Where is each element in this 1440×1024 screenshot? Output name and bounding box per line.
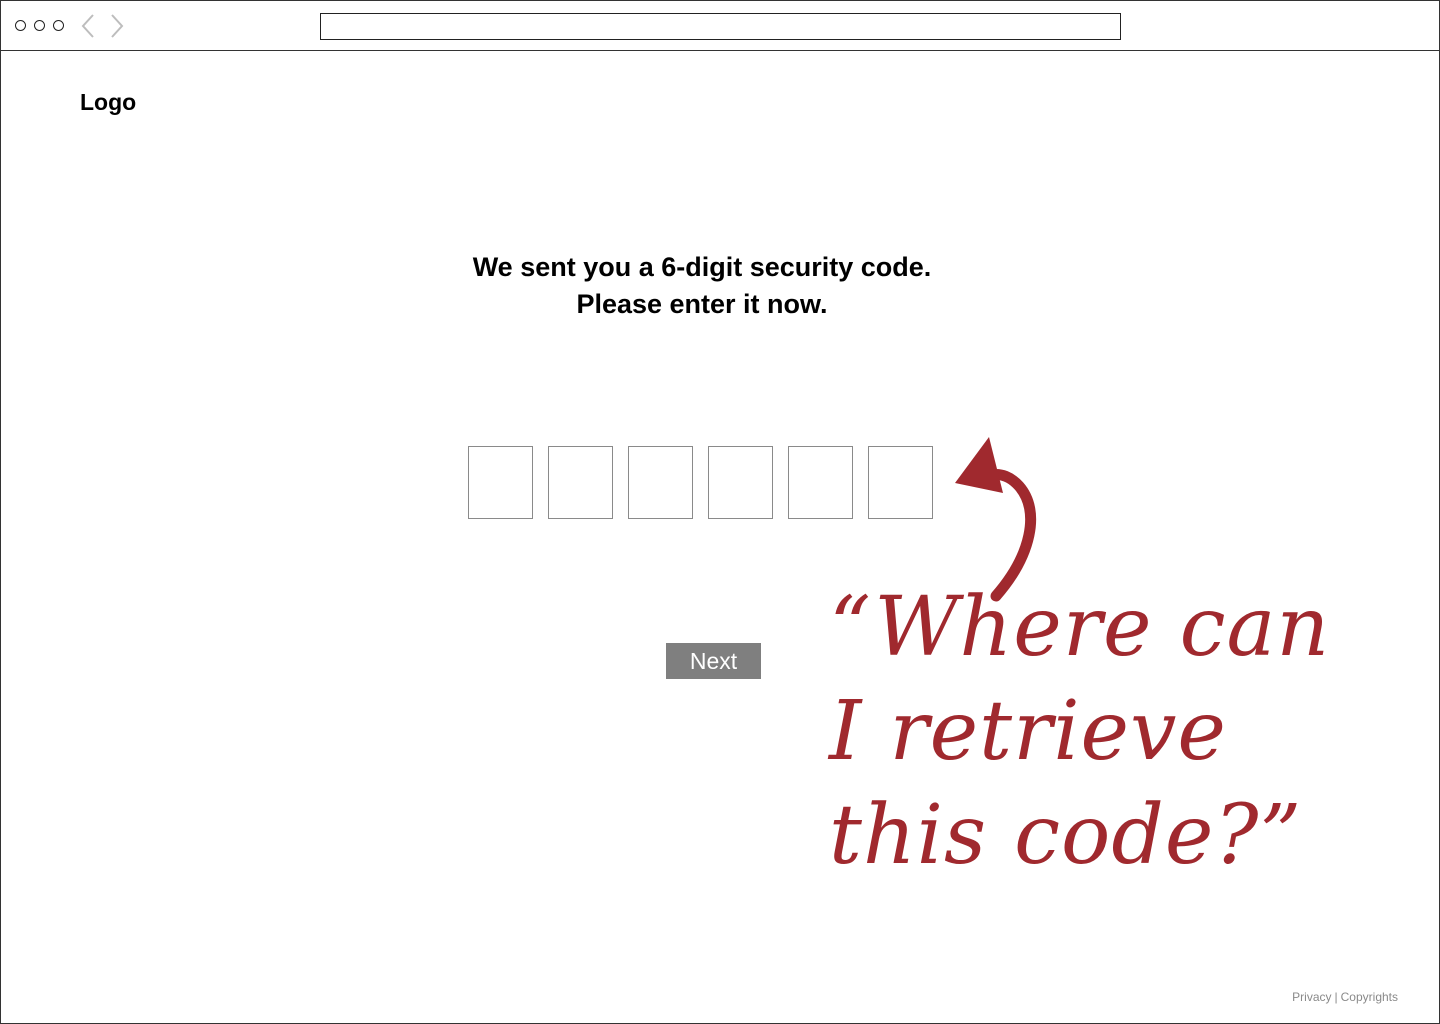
browser-window: Logo We sent you a 6-digit security code… [0,0,1440,1024]
window-maximize-dot[interactable] [53,20,64,31]
footer-separator: | [1334,990,1338,1004]
back-arrow-icon[interactable] [80,13,96,39]
security-code-input-group [468,446,933,519]
code-digit-input[interactable] [868,446,933,519]
handwritten-annotation: “Where can I retrieve this code?” [829,580,1331,883]
code-digit-input[interactable] [628,446,693,519]
browser-toolbar [1,1,1439,51]
code-digit-input[interactable] [468,446,533,519]
code-digit-input[interactable] [788,446,853,519]
code-digit-input[interactable] [548,446,613,519]
window-close-dot[interactable] [15,20,26,31]
logo: Logo [80,89,137,115]
page-heading: We sent you a 6-digit security code. Ple… [472,252,932,319]
window-minimize-dot[interactable] [34,20,45,31]
copyrights-link[interactable]: Copyrights [1341,990,1398,1004]
address-bar[interactable] [320,13,1121,40]
footer-links: Privacy | Copyrights [1292,990,1398,1004]
code-digit-input[interactable] [708,446,773,519]
privacy-link[interactable]: Privacy [1292,990,1331,1004]
next-button[interactable]: Next [666,643,761,679]
forward-arrow-icon[interactable] [109,13,125,39]
